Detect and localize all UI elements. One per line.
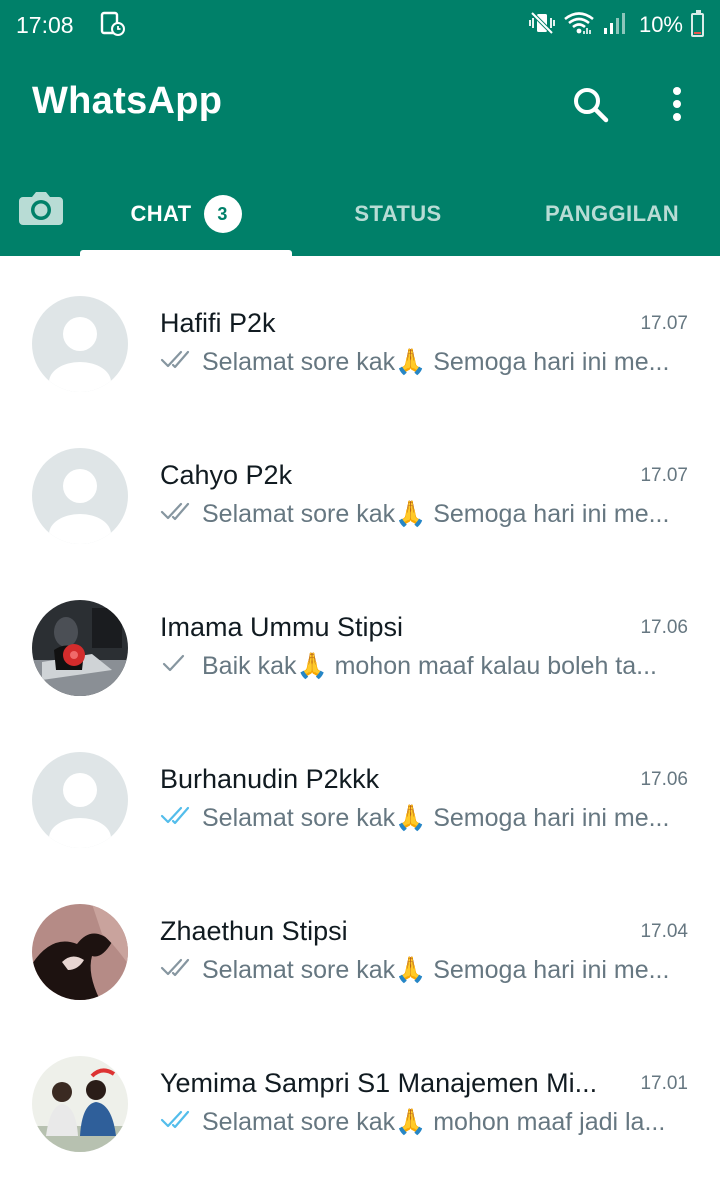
- chat-row[interactable]: Burhanudin P2kkk 17.06 Selamat sore kak🙏…: [0, 712, 720, 864]
- chat-name: Yemima Sampri S1 Manajemen Mi...: [160, 1068, 598, 1098]
- default-avatar-icon: [32, 752, 128, 848]
- preview-text: Baik kak: [202, 652, 297, 680]
- default-avatar-icon: [32, 296, 128, 392]
- chat-time: 17.06: [640, 769, 688, 790]
- chat-row[interactable]: Yemima Sampri S1 Manajemen Mi... 17.01 S…: [0, 1016, 720, 1168]
- chat-name: Hafifi P2k: [160, 308, 276, 338]
- status-indicators: 10%: [529, 10, 704, 41]
- chat-time: 17.07: [640, 313, 688, 334]
- more-options-button[interactable]: [660, 82, 694, 128]
- chat-row[interactable]: Cahyo P2k 17.07 Selamat sore kak🙏 Semoga…: [0, 408, 720, 560]
- app-title: WhatsApp: [32, 80, 223, 122]
- status-time: 17:08: [16, 12, 74, 38]
- more-vertical-icon: [673, 87, 681, 121]
- status-bar: 17:08 10%: [0, 0, 720, 50]
- profile-photo: [32, 904, 128, 1000]
- pray-emoji: 🙏: [395, 956, 427, 984]
- chat-row[interactable]: Hafifi P2k 17.07 Selamat sore kak🙏 Semog…: [0, 256, 720, 408]
- tab-status[interactable]: STATUS: [292, 172, 504, 256]
- chat-time: 17.07: [640, 465, 688, 486]
- preview-text-rest: Semoga hari ini me...: [426, 348, 670, 376]
- preview-text-rest: Semoga hari ini me...: [426, 804, 670, 832]
- screen-recorder-icon: [100, 11, 126, 42]
- unread-count-badge: 3: [203, 195, 242, 233]
- preview-text-rest: mohon maaf jadi la...: [426, 1108, 666, 1136]
- chat-name: Cahyo P2k: [160, 460, 293, 490]
- search-icon: [574, 88, 609, 123]
- preview-text: Selamat sore kak: [202, 804, 396, 832]
- double-tick-icon: [160, 500, 194, 529]
- chat-preview: Selamat sore kak🙏 Semoga hari ini me...: [160, 500, 680, 529]
- chat-preview: Selamat sore kak🙏 Semoga hari ini me...: [160, 348, 680, 377]
- double-tick-read-icon: [160, 804, 194, 833]
- chat-time: 17.04: [640, 921, 688, 942]
- preview-text: Selamat sore kak: [202, 956, 396, 984]
- double-tick-read-icon: [160, 1108, 194, 1137]
- tab-calls[interactable]: PANGGILAN: [504, 172, 720, 256]
- avatar-photo[interactable]: [32, 1056, 128, 1152]
- app-header: 17:08 10% WhatsApp CHAT 3 STATUS PANGGIL…: [0, 0, 720, 256]
- tab-chat[interactable]: CHAT 3: [80, 172, 292, 256]
- avatar-default[interactable]: [32, 296, 128, 392]
- double-tick-icon: [160, 956, 194, 985]
- chat-row[interactable]: Zhaethun Stipsi 17.04 Selamat sore kak🙏 …: [0, 864, 720, 1016]
- chat-preview: Selamat sore kak🙏 mohon maaf jadi la...: [160, 1108, 680, 1137]
- chat-preview: Selamat sore kak🙏 Semoga hari ini me...: [160, 804, 680, 833]
- double-tick-icon: [160, 348, 194, 377]
- pray-emoji: 🙏: [296, 652, 328, 680]
- avatar-photo[interactable]: [32, 600, 128, 696]
- battery-icon: [691, 10, 704, 37]
- avatar-default[interactable]: [32, 752, 128, 848]
- chat-name: Burhanudin P2kkk: [160, 764, 380, 794]
- chat-row[interactable]: Imama Ummu Stipsi 17.06 Baik kak🙏 mohon …: [0, 560, 720, 712]
- pray-emoji: 🙏: [395, 1108, 427, 1136]
- preview-text-rest: Semoga hari ini me...: [426, 956, 670, 984]
- vibrate-mute-icon: [529, 10, 555, 41]
- avatar-photo[interactable]: [32, 904, 128, 1000]
- signal-icon: [603, 10, 627, 41]
- pray-emoji: 🙏: [395, 500, 427, 528]
- wifi-icon: [563, 10, 595, 41]
- chat-time: 17.06: [640, 617, 688, 638]
- tab-camera[interactable]: [16, 186, 66, 230]
- camera-icon: [19, 192, 63, 225]
- tab-chat-label: CHAT: [130, 201, 192, 226]
- preview-text: Selamat sore kak: [202, 1108, 396, 1136]
- chat-name: Imama Ummu Stipsi: [160, 612, 404, 642]
- chat-preview: Baik kak🙏 mohon maaf kalau boleh ta...: [160, 652, 680, 681]
- tab-calls-label: PANGGILAN: [545, 201, 679, 226]
- pray-emoji: 🙏: [395, 804, 427, 832]
- preview-text: Selamat sore kak: [202, 500, 396, 528]
- preview-text-rest: Semoga hari ini me...: [426, 500, 670, 528]
- preview-text-rest: mohon maaf kalau boleh ta...: [327, 652, 657, 680]
- default-avatar-icon: [32, 448, 128, 544]
- chat-time: 17.01: [640, 1073, 688, 1094]
- profile-photo: [32, 1056, 128, 1152]
- preview-text: Selamat sore kak: [202, 348, 396, 376]
- search-button[interactable]: [568, 82, 614, 128]
- battery-percent: 10%: [638, 12, 683, 37]
- tab-bar: CHAT 3 STATUS PANGGILAN: [0, 172, 720, 256]
- avatar-default[interactable]: [32, 448, 128, 544]
- chat-list: Hafifi P2k 17.07 Selamat sore kak🙏 Semog…: [0, 256, 720, 1168]
- tab-status-label: STATUS: [354, 201, 442, 226]
- profile-photo: [32, 600, 128, 696]
- chat-name: Zhaethun Stipsi: [160, 916, 348, 946]
- pray-emoji: 🙏: [395, 348, 427, 376]
- single-tick-icon: [160, 652, 194, 681]
- chat-preview: Selamat sore kak🙏 Semoga hari ini me...: [160, 956, 680, 985]
